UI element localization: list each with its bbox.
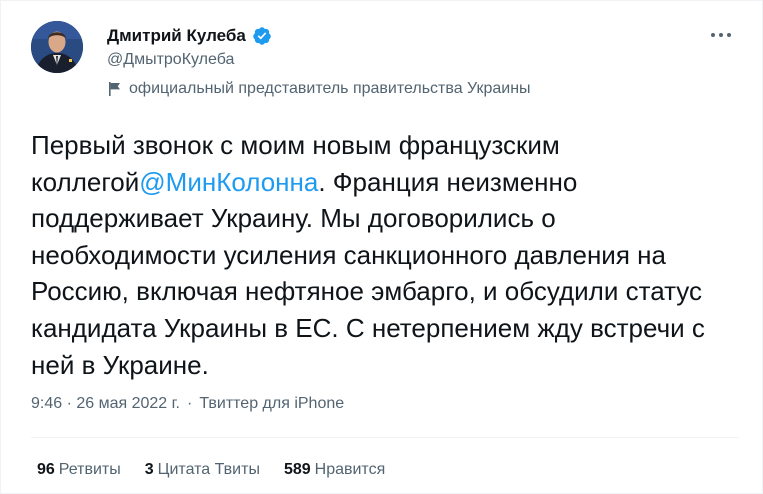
source-link[interactable]: Твиттер для iPhone: [199, 395, 344, 413]
retweets-count: 96: [37, 461, 55, 478]
quote-tweets-label: Цитата Твиты: [157, 461, 260, 478]
timestamp-link[interactable]: 9:46 · 26 мая 2022 г.: [31, 395, 180, 413]
avatar-portrait: [31, 21, 83, 73]
flag-icon: [107, 81, 123, 97]
author-display-name[interactable]: Дмитрий Кулеба: [107, 26, 246, 46]
likes-stat[interactable]: 589 Нравится: [284, 461, 385, 479]
more-options-icon: [711, 33, 731, 37]
avatar[interactable]: [31, 21, 83, 73]
tweet-card: Дмитрий Кулеба @ДмытроКулеба официальный…: [0, 0, 763, 494]
author-handle[interactable]: @ДмытроКулеба: [107, 51, 234, 69]
mention-link[interactable]: @МинКолонна: [139, 167, 318, 197]
likes-label: Нравится: [314, 461, 386, 478]
author-name-row[interactable]: Дмитрий Кулеба: [107, 25, 272, 47]
tweet-text: Первый звонок с моим новым французским к…: [31, 127, 741, 383]
more-options-button[interactable]: [706, 23, 736, 47]
verified-badge-icon: [252, 26, 272, 46]
divider: [31, 437, 739, 438]
retweets-label: Ретвиты: [58, 461, 121, 478]
affiliation-label: официальный представитель правительства …: [107, 80, 531, 98]
quote-tweets-stat[interactable]: 3 Цитата Твиты: [145, 461, 260, 479]
meta-separator: ·: [186, 395, 193, 412]
tweet-stats: 96 Ретвиты 3 Цитата Твиты 589 Нравится: [37, 461, 409, 479]
quote-tweets-count: 3: [144, 461, 154, 478]
tweet-meta: 9:46 · 26 мая 2022 г. · Твиттер для iPho…: [31, 395, 344, 413]
retweets-stat[interactable]: 96 Ретвиты: [37, 461, 121, 479]
tweet-text-part: . Франция неизменно поддерживает Украину…: [31, 166, 705, 380]
affiliation-label-text: официальный представитель правительства …: [129, 80, 531, 97]
likes-count: 589: [283, 461, 311, 478]
